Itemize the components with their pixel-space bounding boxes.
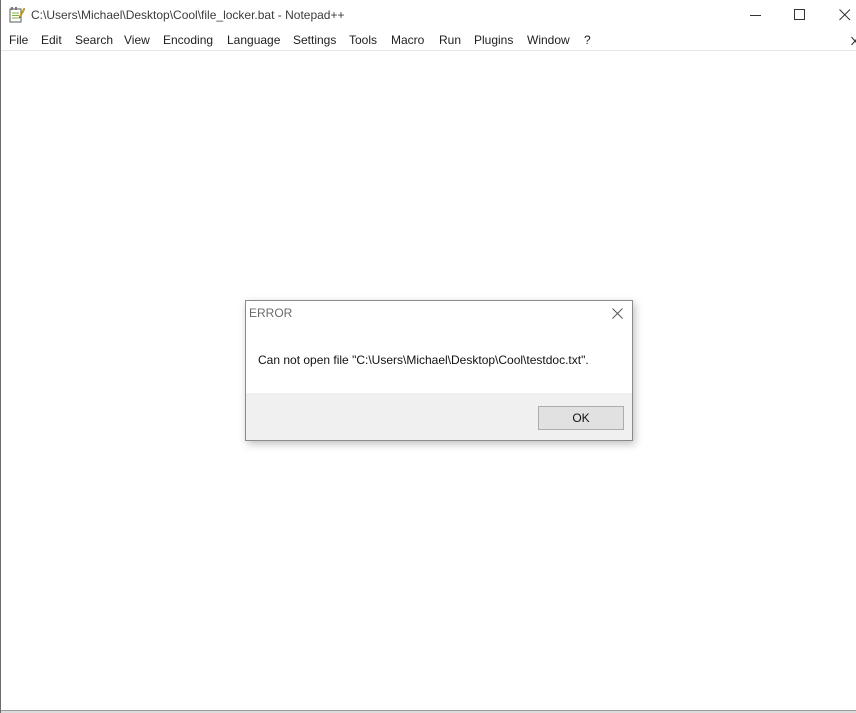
close-icon: [839, 9, 851, 21]
menu-file[interactable]: File: [9, 33, 28, 47]
maximize-icon: [794, 9, 805, 20]
close-document-icon[interactable]: [851, 33, 856, 51]
menu-settings[interactable]: Settings: [293, 33, 336, 47]
menu-view[interactable]: View: [124, 33, 150, 47]
menu-encoding[interactable]: Encoding: [163, 33, 213, 47]
menu-run[interactable]: Run: [439, 33, 461, 47]
menu-plugins[interactable]: Plugins: [474, 33, 513, 47]
dialog-button-area: OK: [246, 393, 632, 440]
menu-search[interactable]: Search: [75, 33, 113, 47]
maximize-button[interactable]: [778, 0, 822, 30]
minimize-icon: [750, 15, 761, 16]
error-message: Can not open file "C:\Users\Michael\Desk…: [258, 353, 589, 367]
menu-edit[interactable]: Edit: [41, 33, 62, 47]
menu-window[interactable]: Window: [527, 33, 570, 47]
dialog-close-button[interactable]: [603, 301, 633, 327]
window-title: C:\Users\Michael\Desktop\Cool\file_locke…: [31, 8, 345, 22]
menu-language[interactable]: Language: [227, 33, 280, 47]
dialog-title: ERROR: [249, 306, 293, 320]
menu-macro[interactable]: Macro: [391, 33, 424, 47]
error-dialog: ERROR Can not open file "C:\Users\Michae…: [245, 300, 633, 441]
title-bar[interactable]: C:\Users\Michael\Desktop\Cool\file_locke…: [1, 0, 856, 30]
close-window-button[interactable]: [823, 0, 856, 30]
menu-bar: File Edit Search View Encoding Language …: [1, 30, 856, 51]
notepad-plus-plus-icon[interactable]: [9, 6, 26, 23]
menu-help[interactable]: ?: [584, 33, 591, 47]
close-icon: [612, 308, 623, 319]
menu-tools[interactable]: Tools: [349, 33, 377, 47]
ok-button[interactable]: OK: [538, 406, 624, 430]
minimize-button[interactable]: [734, 0, 778, 30]
